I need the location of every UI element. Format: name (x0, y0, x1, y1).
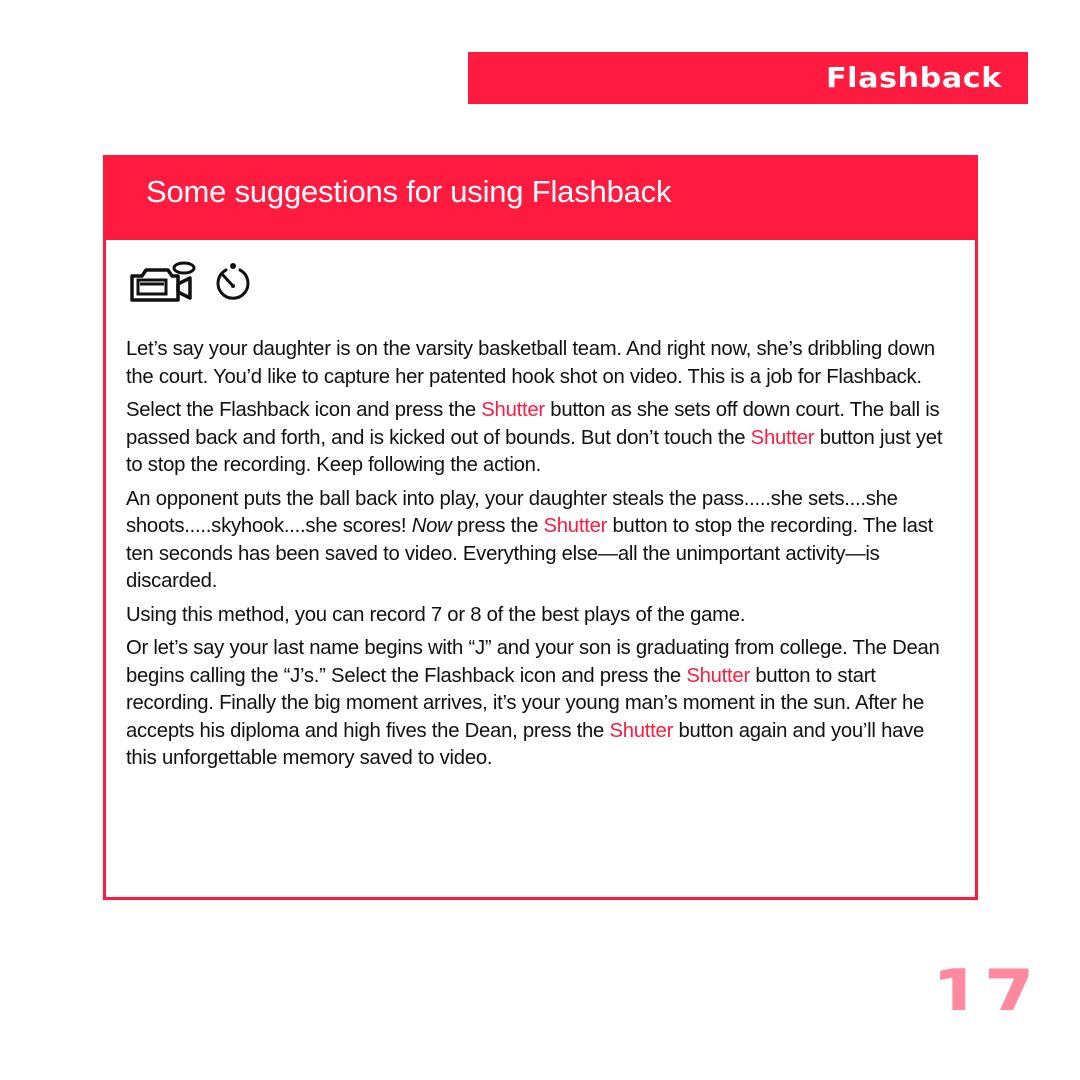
emphasis-text: Now (411, 515, 452, 537)
body-paragraph: An opponent puts the ball back into play… (126, 486, 956, 596)
paragraph-text: Using this method, you can record 7 or 8… (126, 603, 746, 626)
body-paragraph: Or let’s say your last name begins with … (126, 635, 956, 773)
content-box: Some suggestions for using Flashback Let… (103, 155, 978, 900)
body-paragraph: Let’s say your daughter is on the varsit… (126, 336, 956, 391)
body-paragraph: Using this method, you can record 7 or 8… (126, 602, 956, 630)
shutter-button-reference: Shutter (686, 664, 750, 687)
shutter-button-reference: Shutter (481, 399, 545, 421)
body-paragraph: Select the Flashback icon and press the … (126, 397, 956, 480)
video-camera-icon (128, 260, 200, 309)
shutter-button-reference: Shutter (543, 515, 608, 537)
section-tab-label: Flashback (826, 61, 1002, 94)
page-number: 17 (932, 960, 1037, 1010)
content-title: Some suggestions for using Flashback (146, 174, 672, 209)
content-header: Some suggestions for using Flashback (106, 158, 975, 240)
shutter-button-reference: Shutter (750, 426, 815, 449)
section-tab: Flashback (468, 52, 1028, 104)
stopwatch-icon (214, 262, 252, 307)
paragraph-text: press the (451, 515, 544, 537)
shutter-button-reference: Shutter (609, 719, 674, 742)
body-text: Let’s say your daughter is on the varsit… (126, 336, 956, 779)
paragraph-text: Let’s say your daughter is on the varsit… (126, 338, 935, 388)
icon-row (128, 260, 252, 308)
paragraph-text: Select the Flashback icon and press the (126, 399, 482, 421)
